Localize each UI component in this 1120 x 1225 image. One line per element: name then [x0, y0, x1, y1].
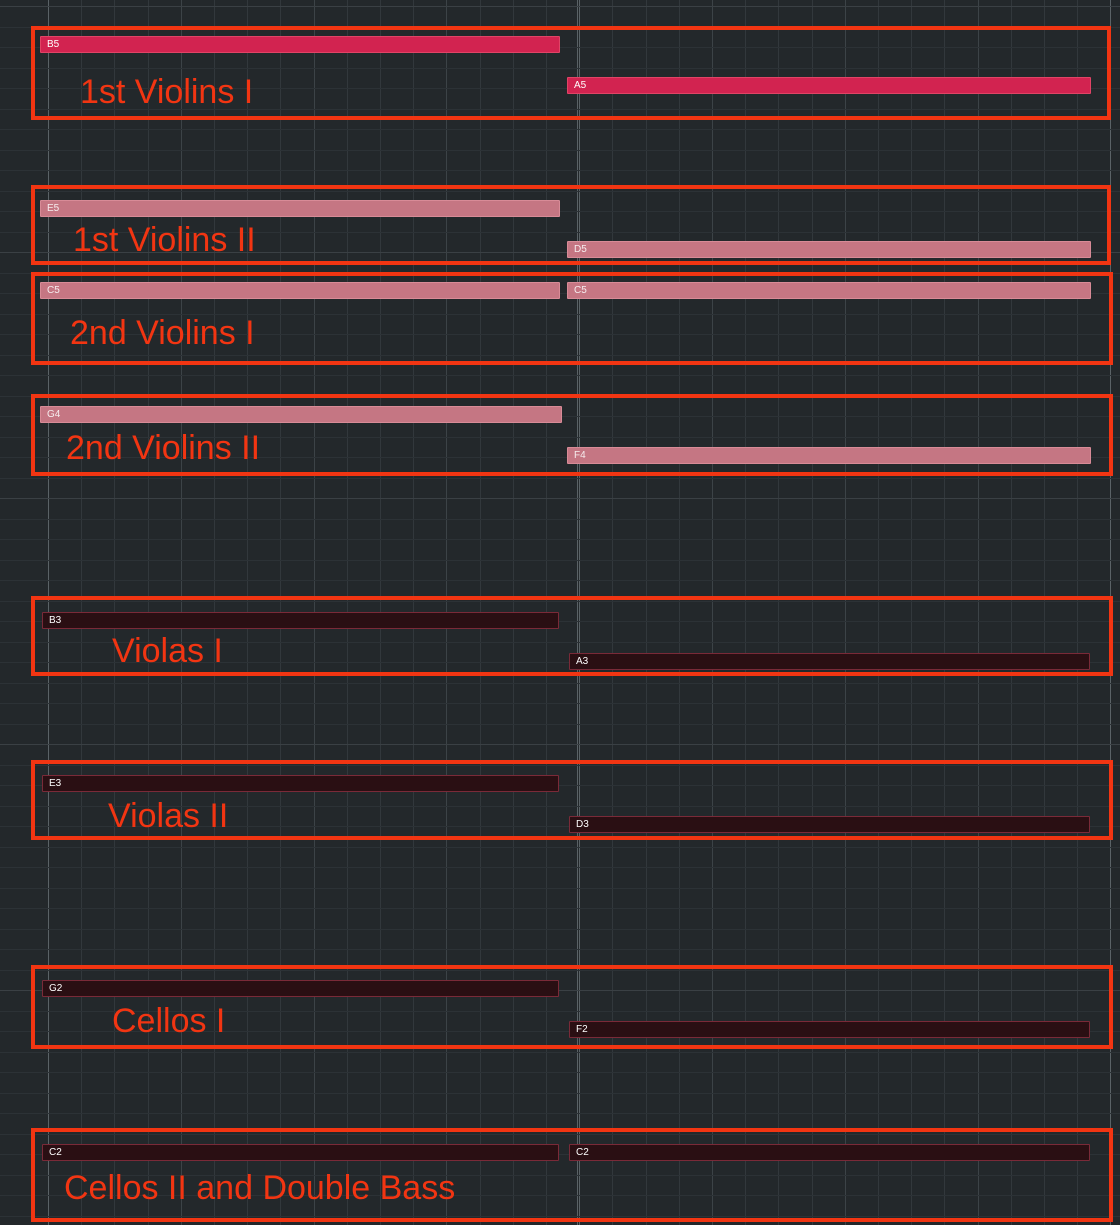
grid-hline	[0, 847, 1120, 848]
label-violas-ii: Violas II	[108, 797, 229, 835]
label-violas-i: Violas I	[112, 632, 223, 670]
label-1st-violins-i: 1st Violins I	[80, 73, 254, 111]
grid-hline	[0, 375, 1120, 376]
grid-hline	[0, 724, 1120, 725]
grid-hline	[0, 929, 1120, 930]
grid-hline	[0, 1072, 1120, 1073]
grid-hline	[0, 519, 1120, 520]
label-2nd-violins-ii: 2nd Violins II	[66, 429, 261, 467]
grid-hline	[0, 1093, 1120, 1094]
label-cellos-i: Cellos I	[112, 1002, 226, 1040]
grid-hline	[0, 703, 1120, 704]
grid-hline	[0, 129, 1120, 130]
grid-hline	[0, 744, 1120, 745]
grid-hline	[0, 683, 1120, 684]
grid-hline	[0, 1113, 1120, 1114]
label-cellos-ii-and-double-bass: Cellos II and Double Bass	[64, 1169, 456, 1207]
grid-hline	[0, 580, 1120, 581]
grid-hline	[0, 908, 1120, 909]
grid-hline	[0, 478, 1120, 479]
grid-hline	[0, 498, 1120, 499]
grid-hline	[0, 539, 1120, 540]
grid-hline	[0, 6, 1120, 7]
grid-hline	[0, 170, 1120, 171]
grid-hline	[0, 1052, 1120, 1053]
grid-hline	[0, 949, 1120, 950]
grid-hline	[0, 560, 1120, 561]
label-2nd-violins-i: 2nd Violins I	[70, 314, 255, 352]
grid-hline	[0, 150, 1120, 151]
label-1st-violins-ii: 1st Violins II	[73, 221, 256, 259]
grid-hline	[0, 888, 1120, 889]
piano-roll-editor[interactable]: B5 A5 E5 D5 C5 C5 G4 F4 B3 A3 E3 D3 G2 F…	[0, 0, 1120, 1225]
grid-hline	[0, 867, 1120, 868]
